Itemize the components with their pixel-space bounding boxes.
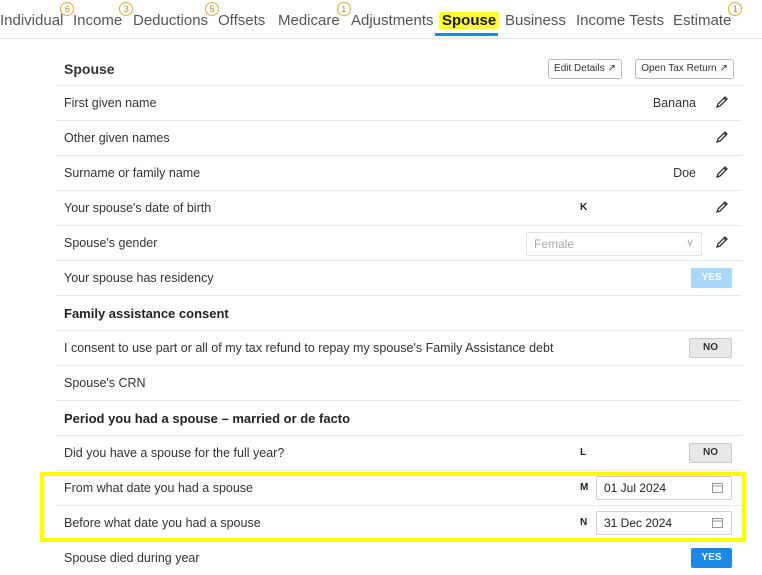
tab-label: Deductions (133, 12, 209, 29)
pencil-icon[interactable] (715, 130, 729, 144)
tab-offsets[interactable]: Offsets (218, 12, 265, 29)
field-residency: Your spouse has residency YES (56, 261, 742, 296)
field-gender: Spouse's gender Female ∨ (56, 226, 742, 261)
tab-label: Medicare (278, 12, 340, 29)
tab-income[interactable]: Income 3 (73, 2, 134, 29)
field-surname: Surname or family name Doe (56, 156, 742, 191)
top-tab-bar: Individual 6 Income 3 Deductions 5 Offsets … (0, 0, 762, 39)
tab-label: Estimate (673, 12, 732, 29)
active-tab-indicator (435, 33, 498, 36)
field-label: Surname or family name (64, 166, 201, 180)
section-title: Family assistance consent (64, 306, 229, 321)
highlight-box (40, 472, 746, 542)
label-code: L (580, 447, 587, 458)
gender-select[interactable]: Female ∨ (526, 232, 702, 256)
tab-adjustments[interactable]: Adjustments (351, 12, 434, 29)
field-first-given-name: First given name Banana (56, 86, 742, 121)
tab-label: Individual (0, 12, 64, 29)
tab-label: Offsets (218, 12, 266, 29)
tab-medicare[interactable]: Medicare 1 (278, 2, 351, 29)
card-title: Spouse (64, 61, 115, 77)
tab-business[interactable]: Business (505, 12, 566, 29)
consent-toggle[interactable]: NO (689, 338, 732, 358)
full-year-toggle[interactable]: NO (689, 443, 732, 463)
card-header: Spouse Edit Details ↗ Open Tax Return ↗ (56, 51, 742, 86)
tab-income-tests[interactable]: Income Tests (576, 12, 664, 29)
tab-individual[interactable]: Individual 6 (0, 2, 75, 29)
chevron-down-icon: ∨ (685, 237, 694, 249)
field-label: Spouse's CRN (64, 376, 146, 390)
pencil-icon[interactable] (715, 95, 729, 109)
field-label: Did you have a spouse for the full year? (64, 446, 285, 460)
tab-estimate[interactable]: Estimate 1 (673, 2, 743, 29)
open-tax-return-button[interactable]: Open Tax Return ↗ (635, 59, 734, 79)
pencil-icon[interactable] (715, 200, 729, 214)
pencil-icon[interactable] (715, 165, 729, 179)
field-value: Doe (673, 166, 696, 180)
edit-details-button[interactable]: Edit Details ↗ (548, 59, 622, 79)
external-link-icon: ↗ (719, 63, 728, 74)
field-label: Spouse's gender (64, 236, 158, 250)
section-title: Period you had a spouse – married or de … (64, 411, 351, 426)
section-family-assistance: Family assistance consent (56, 296, 742, 331)
tab-label: Business (505, 12, 566, 29)
field-label: Your spouse's date of birth (64, 201, 212, 215)
select-value: Female (534, 237, 575, 251)
field-spouse-died: Spouse died during year YES (56, 541, 742, 575)
field-full-year: Did you have a spouse for the full year?… (56, 436, 742, 471)
section-period: Period you had a spouse – married or de … (56, 401, 742, 436)
field-date-of-birth: Your spouse's date of birth K (56, 191, 742, 226)
spouse-died-toggle[interactable]: YES (691, 548, 732, 568)
tab-label: Income Tests (576, 12, 665, 29)
field-other-given-names: Other given names (56, 121, 742, 156)
tab-label: Income (73, 12, 123, 29)
button-label: Open Tax Return (641, 63, 717, 74)
count-badge: 1 (336, 2, 351, 16)
label-code: K (580, 202, 588, 213)
field-label: Other given names (64, 131, 170, 145)
field-label: First given name (64, 96, 157, 110)
tab-spouse[interactable]: Spouse (439, 12, 500, 29)
field-value: Banana (652, 96, 696, 110)
external-link-icon: ↗ (607, 63, 616, 74)
tab-label: Spouse (442, 12, 497, 29)
field-spouse-crn: Spouse's CRN (56, 366, 742, 401)
tab-deductions[interactable]: Deductions 5 (133, 2, 220, 29)
residency-toggle[interactable]: YES (691, 268, 732, 288)
count-badge: 3 (119, 2, 134, 16)
tab-label: Adjustments (351, 12, 434, 29)
pencil-icon[interactable] (715, 235, 729, 249)
field-label: Your spouse has residency (64, 271, 214, 285)
count-badge: 1 (728, 2, 743, 16)
button-label: Edit Details (554, 63, 605, 74)
field-label: I consent to use part or all of my tax r… (64, 341, 554, 355)
field-label: Spouse died during year (64, 551, 200, 565)
field-consent: I consent to use part or all of my tax r… (56, 331, 742, 366)
count-badge: 5 (205, 2, 220, 16)
